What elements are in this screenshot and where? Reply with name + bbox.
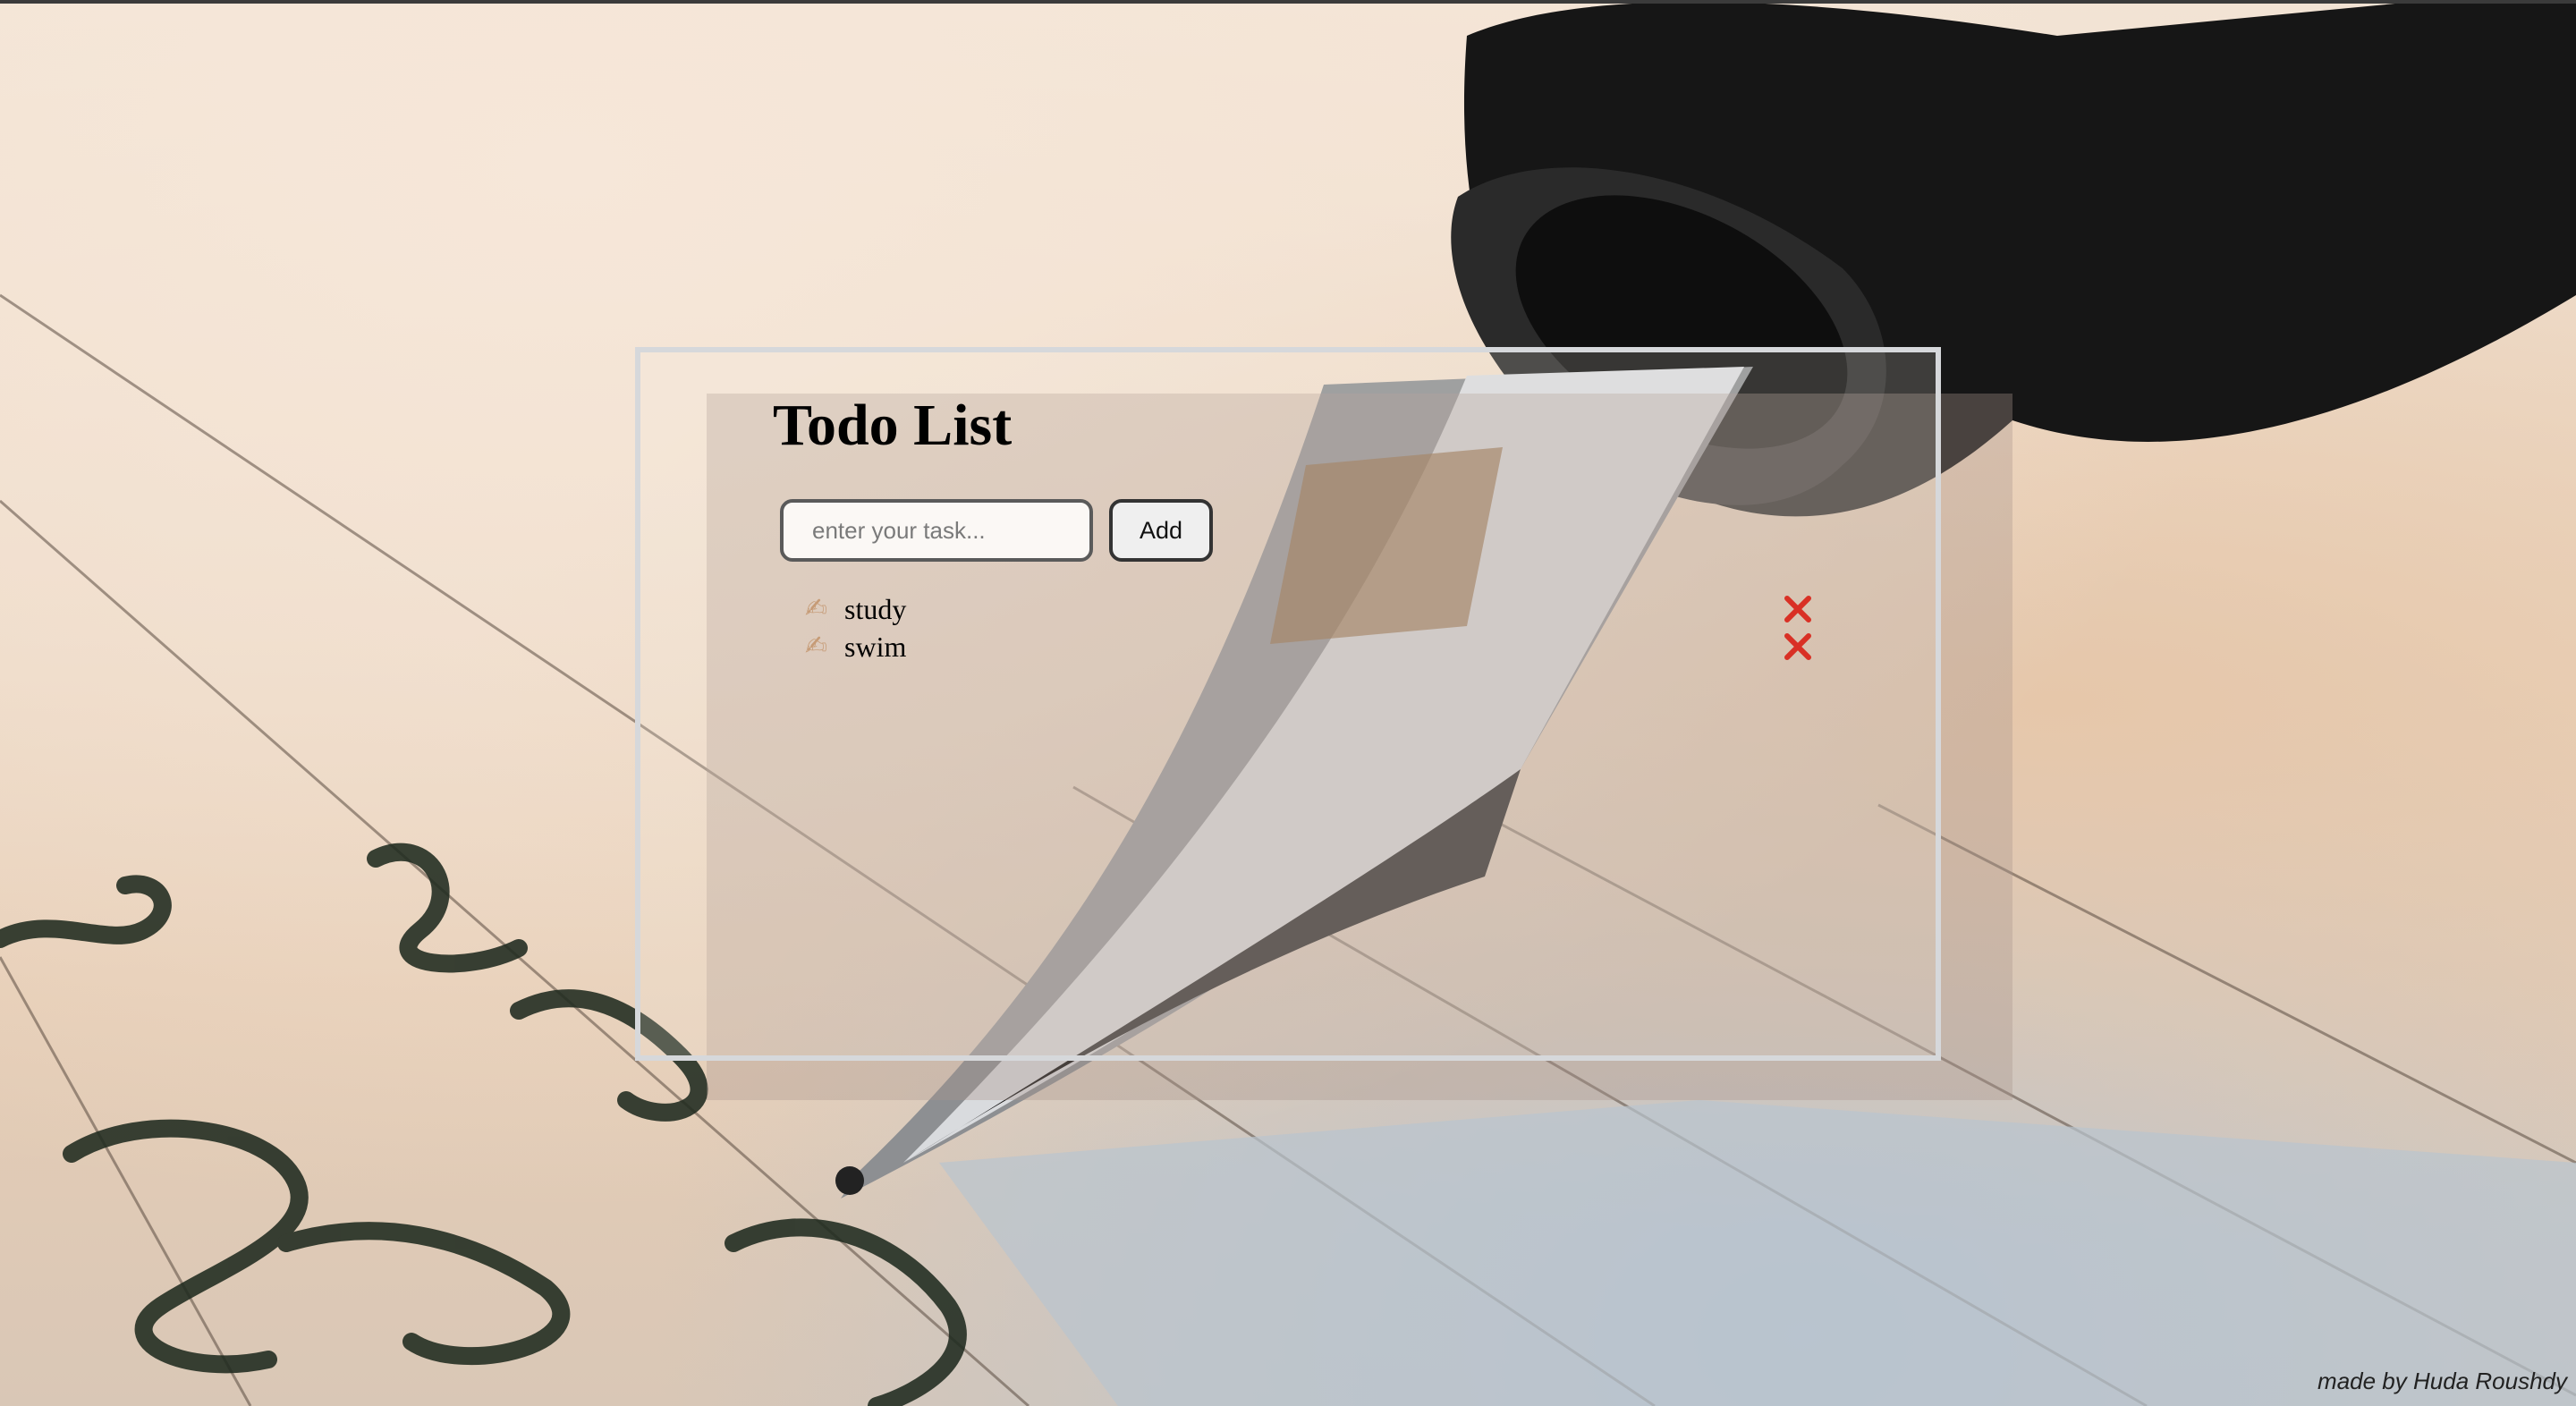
task-input[interactable]	[780, 499, 1093, 562]
close-icon	[1784, 633, 1811, 660]
delete-button[interactable]	[1780, 628, 1816, 665]
todo-list: ✍ study ✍ swim	[805, 590, 1816, 665]
todo-text: swim	[844, 631, 907, 663]
list-item: ✍ study	[805, 590, 1816, 628]
writing-hand-icon: ✍	[805, 593, 828, 624]
add-button[interactable]: Add	[1109, 499, 1213, 562]
todo-text: study	[844, 593, 907, 625]
page-title: Todo List	[773, 393, 1013, 458]
top-edge-line	[0, 0, 2576, 4]
writing-hand-icon: ✍	[805, 631, 828, 662]
close-icon	[1784, 596, 1811, 623]
list-item: ✍ swim	[805, 628, 1816, 665]
delete-button[interactable]	[1780, 590, 1816, 628]
author-credit: made by Huda Roushdy	[2318, 1368, 2567, 1394]
